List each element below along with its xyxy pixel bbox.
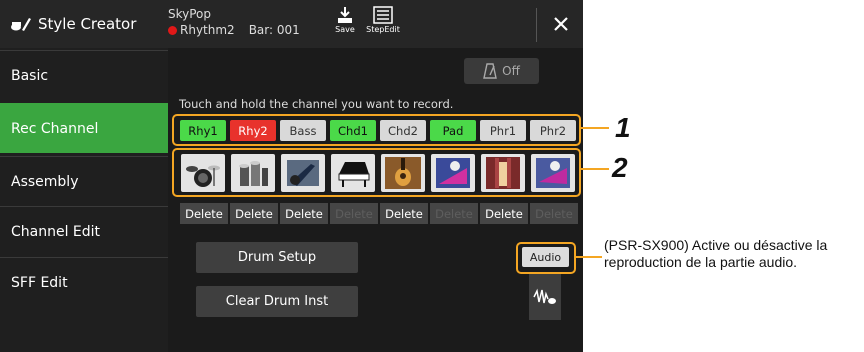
app-title: Style Creator <box>10 0 136 48</box>
save-label: Save <box>335 25 355 34</box>
audio-waveform-icon <box>533 288 556 304</box>
callout-2-box <box>172 148 581 197</box>
stepedit-button[interactable]: StepEdit <box>363 6 403 44</box>
sidebar-item-rec-channel[interactable]: Rec Channel <box>0 103 168 153</box>
rec-channel-name: Rhythm2 <box>180 23 235 37</box>
drum-setup-button[interactable]: Drum Setup <box>196 242 358 273</box>
sidebar-item-sff-edit[interactable]: SFF Edit <box>0 257 168 307</box>
delete-label: Delete <box>185 206 223 221</box>
app-title-text: Style Creator <box>38 15 137 33</box>
delete-button-phr1[interactable]: Delete <box>480 203 528 224</box>
title-bar: Style Creator SkyPop Rhythm2 Bar: 001 Sa… <box>0 0 583 48</box>
step-edit-icon <box>373 6 393 24</box>
delete-button-rhy2[interactable]: Delete <box>230 203 278 224</box>
sidebar-item-label: Basic <box>11 67 49 84</box>
close-button[interactable] <box>545 8 577 40</box>
delete-button-chd1[interactable]: Delete <box>330 203 378 224</box>
record-indicator-icon <box>168 25 177 35</box>
delete-label: Delete <box>285 206 323 221</box>
sidebar-item-basic[interactable]: Basic <box>0 50 168 100</box>
metronome-icon <box>483 63 498 79</box>
delete-label: Delete <box>335 206 373 221</box>
metronome-label: Off <box>502 64 520 78</box>
audio-annotation-text: (PSR-SX900) Active ou désactive la repro… <box>604 237 828 270</box>
song-info: SkyPop Rhythm2 Bar: 001 <box>168 6 300 38</box>
callout-2-number: 2 <box>612 152 628 183</box>
callout-audio-box <box>516 242 576 274</box>
save-icon <box>338 7 352 23</box>
delete-label: Delete <box>485 206 523 221</box>
title-bar-divider <box>536 8 537 42</box>
clear-drum-inst-label: Clear Drum Inst <box>225 294 329 309</box>
bar-readout: Bar: 001 <box>248 23 300 37</box>
metronome-button[interactable]: Off <box>464 58 539 84</box>
delete-button-phr2[interactable]: Delete <box>530 203 578 224</box>
callout-1-leader <box>579 127 609 129</box>
delete-button-rhy1[interactable]: Delete <box>180 203 228 224</box>
style-creator-icon <box>11 18 31 31</box>
sidebar-item-label: Channel Edit <box>11 223 101 240</box>
song-name: SkyPop <box>168 7 212 21</box>
stepedit-label: StepEdit <box>366 25 400 34</box>
sidebar-item-label: Assembly <box>11 173 79 190</box>
instruction-text: Touch and hold the channel you want to r… <box>179 97 454 111</box>
delete-button-bass[interactable]: Delete <box>280 203 328 224</box>
save-button[interactable]: Save <box>325 6 365 44</box>
sidebar-item-channel-edit[interactable]: Channel Edit <box>0 206 168 256</box>
delete-button-chd2[interactable]: Delete <box>380 203 428 224</box>
audio-settings-button[interactable] <box>529 274 561 320</box>
sidebar: Basic Rec Channel Assembly Channel Edit … <box>0 48 168 352</box>
callout-audio-leader <box>574 256 602 258</box>
delete-label: Delete <box>435 206 473 221</box>
callout-1-number: 1 <box>615 112 631 143</box>
clear-drum-inst-button[interactable]: Clear Drum Inst <box>196 286 358 317</box>
close-icon <box>554 17 568 31</box>
sidebar-item-assembly[interactable]: Assembly <box>0 156 168 206</box>
delete-label: Delete <box>535 206 573 221</box>
delete-button-pad[interactable]: Delete <box>430 203 478 224</box>
sidebar-item-label: SFF Edit <box>11 274 68 291</box>
callout-1-box <box>172 114 581 146</box>
delete-label: Delete <box>235 206 273 221</box>
drum-setup-label: Drum Setup <box>237 250 317 265</box>
callout-2-leader <box>579 168 609 170</box>
delete-label: Delete <box>385 206 423 221</box>
sidebar-item-label: Rec Channel <box>11 120 99 137</box>
